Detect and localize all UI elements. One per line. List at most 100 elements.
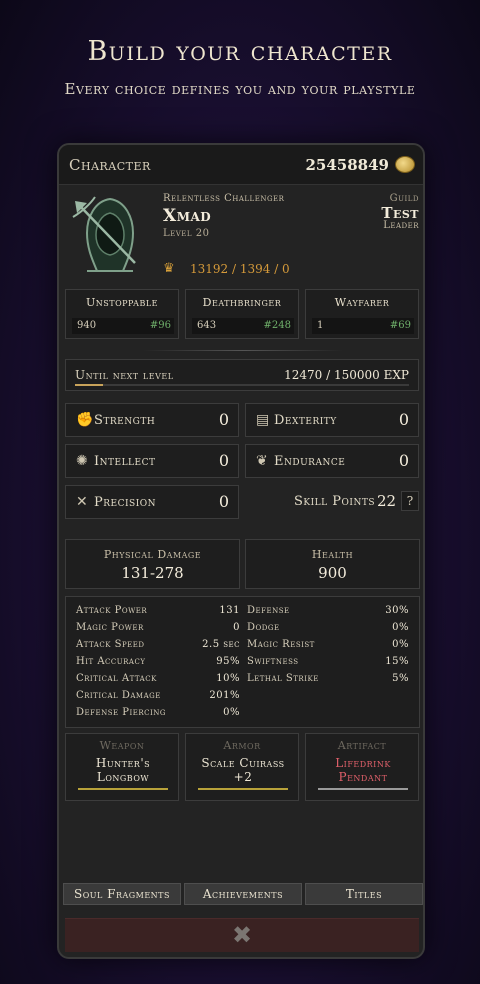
ranking-value-row: 1 #69 <box>312 318 414 334</box>
attribute-endurance[interactable]: ❦ Endurance 0 <box>245 444 419 478</box>
guild-label: Guild <box>389 193 419 204</box>
hooded-archer-icon <box>65 191 155 281</box>
ranking-value: 940 <box>77 320 97 331</box>
player-title: Relentless Challenger <box>163 193 285 204</box>
stat-value: 0% <box>392 622 409 633</box>
stat-label: Health <box>311 548 354 561</box>
item-name: Hunter's Longbow <box>95 756 151 784</box>
slot-label: Weapon <box>99 739 145 752</box>
screen-title: Character <box>69 156 151 174</box>
ranking-card[interactable]: Wayfarer 1 #69 <box>305 289 419 339</box>
stat-row: Critical Attack 10% <box>76 673 240 689</box>
stat-value: 0 <box>233 622 240 633</box>
item-name: Scale Cuirass +2 <box>201 756 285 784</box>
item-name: Lifedrink Pendant <box>335 756 391 784</box>
attribute-dexterity[interactable]: ▤ Dexterity 0 <box>245 403 419 437</box>
health-card: Health 900 <box>245 539 420 589</box>
physical-damage-card: Physical Damage 131-278 <box>65 539 240 589</box>
attribute-value: 0 <box>218 410 229 429</box>
attribute-strength[interactable]: ✊ Strength 0 <box>65 403 239 437</box>
ranking-title: Wayfarer <box>334 296 390 309</box>
item-quality-bar <box>78 788 168 790</box>
scroll-icon: ▤ <box>256 412 270 428</box>
attribute-name: Dexterity <box>274 413 337 428</box>
attribute-value: 0 <box>218 451 229 470</box>
character-name: Xmad <box>163 206 212 226</box>
skill-points-label: Skill Points <box>294 494 375 509</box>
hero-title: Build your character <box>87 36 393 67</box>
stat-row: Hit Accuracy 95% <box>76 656 240 672</box>
experience-track <box>75 384 409 386</box>
equipment-slot-armor[interactable]: Armor Scale Cuirass +2 <box>185 733 299 801</box>
ranking-card[interactable]: Deathbringer 643 #248 <box>185 289 299 339</box>
attribute-name: Precision <box>94 495 157 510</box>
attribute-name: Strength <box>94 413 156 428</box>
stat-name: Attack Power <box>76 605 148 616</box>
stat-value: 0% <box>223 707 240 718</box>
stat-name: Lethal Strike <box>247 673 319 684</box>
ranking-card[interactable]: Unstoppable 940 #96 <box>65 289 179 339</box>
guild-role: Leader <box>383 220 419 231</box>
stat-name: Defense <box>247 605 290 616</box>
hero-subtitle: Every choice defines you and your playst… <box>64 80 416 98</box>
ranking-value-row: 940 #96 <box>72 318 174 334</box>
item-quality-bar <box>318 788 408 790</box>
stat-name: Critical Damage <box>76 690 161 701</box>
equipment-slot-artifact[interactable]: Artifact Lifedrink Pendant <box>305 733 419 801</box>
stat-row: Critical Damage 201% <box>76 690 240 706</box>
stat-value: 10% <box>216 673 240 684</box>
stat-value: 131 <box>219 605 240 616</box>
stat-name: Magic Power <box>76 622 144 633</box>
stat-value: 5% <box>392 673 409 684</box>
stat-row: Lethal Strike 5% <box>247 673 409 689</box>
ranking-value: 1 <box>317 320 324 331</box>
skill-points-value: 22 <box>377 492 397 510</box>
fist-icon: ✊ <box>76 412 94 428</box>
experience-value: 12470 / 150000 EXP <box>284 368 409 382</box>
ranking-value: 643 <box>197 320 217 331</box>
stat-name: Critical Attack <box>76 673 157 684</box>
stat-row: Attack Power 131 <box>76 605 240 621</box>
slot-label: Artifact <box>337 739 387 752</box>
crown-icon: ♛ <box>163 261 175 276</box>
experience-label: Until next level <box>75 368 174 382</box>
ranking-position: #69 <box>389 320 411 331</box>
attribute-intellect[interactable]: ✺ Intellect 0 <box>65 444 239 478</box>
attribute-value: 0 <box>218 492 229 511</box>
experience-bar: Until next level 12470 / 150000 EXP <box>65 359 419 391</box>
heart-wings-icon: ❦ <box>256 453 268 469</box>
ranking-position: #96 <box>149 320 171 331</box>
attribute-precision[interactable]: ✕ Precision 0 <box>65 485 239 519</box>
stat-name: Hit Accuracy <box>76 656 146 667</box>
stat-row: Swiftness 15% <box>247 656 409 672</box>
attribute-value: 0 <box>398 410 409 429</box>
gold-coin-icon <box>395 156 415 173</box>
stat-value: 15% <box>385 656 409 667</box>
character-screen: Character 25458849 Relentless Challenger… <box>57 143 425 959</box>
close-button[interactable]: ✖ <box>65 918 419 952</box>
stat-row: Magic Power 0 <box>76 622 240 638</box>
stat-row: Defense 30% <box>247 605 409 621</box>
experience-fill <box>75 384 103 386</box>
equipment-slot-weapon[interactable]: Weapon Hunter's Longbow <box>65 733 179 801</box>
slot-label: Armor <box>223 739 261 752</box>
stat-row: Magic Resist 0% <box>247 639 409 655</box>
stat-label: Physical Damage <box>103 548 202 561</box>
rank-summary: 13192 / 1394 / 0 <box>190 262 290 276</box>
stat-value: 201% <box>209 690 240 701</box>
stat-value: 900 <box>318 564 347 582</box>
tab-titles[interactable]: Titles <box>305 883 423 905</box>
ranking-title: Unstoppable <box>86 296 158 309</box>
help-button[interactable]: ? <box>401 491 419 511</box>
brain-icon: ✺ <box>76 453 88 469</box>
ranking-position: #248 <box>263 320 291 331</box>
stat-name: Attack Speed <box>76 639 145 650</box>
top-bar: Character 25458849 <box>59 145 423 185</box>
stat-value: 131-278 <box>121 564 184 582</box>
tab-achievements[interactable]: Achievements <box>184 883 302 905</box>
stat-name: Magic Resist <box>247 639 315 650</box>
close-icon: ✖ <box>231 921 253 949</box>
divider <box>143 350 343 351</box>
crosshair-icon: ✕ <box>76 494 88 510</box>
tab-soul-fragments[interactable]: Soul Fragments <box>63 883 181 905</box>
